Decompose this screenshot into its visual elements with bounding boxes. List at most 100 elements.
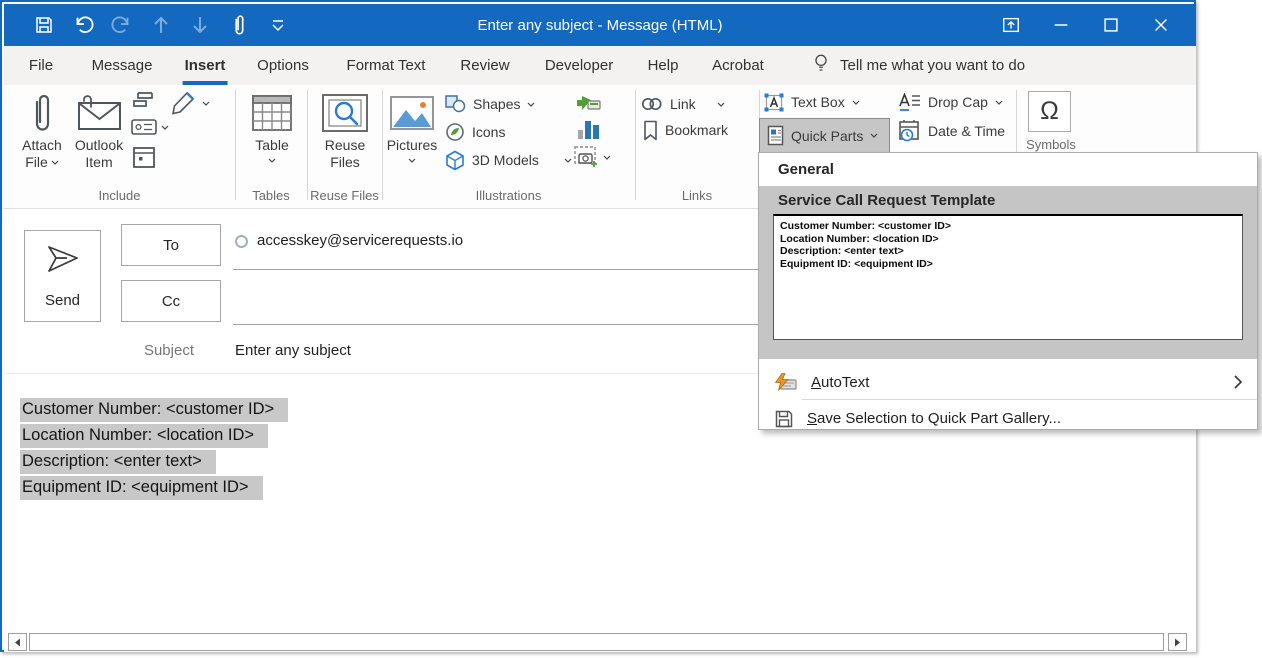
minimize-button[interactable] [1036,4,1086,46]
subject-input[interactable]: Enter any subject [235,342,351,359]
body-line-selected[interactable]: Location Number: <location ID> [20,424,268,448]
tell-me-box[interactable]: Tell me what you want to do [812,46,1025,85]
tab-acrobat[interactable]: Acrobat [712,46,764,85]
attach-file-button[interactable]: Attach File [16,89,68,171]
tab-developer[interactable]: Developer [545,46,613,85]
calendar-button[interactable] [132,144,156,170]
body-line-selected[interactable]: Equipment ID: <equipment ID> [20,476,263,500]
to-button[interactable]: To [121,224,221,266]
window-controls [986,4,1186,46]
tab-format-text[interactable]: Format Text [347,46,426,85]
group-label-links: Links [635,188,759,204]
ribbon-display-options-icon[interactable] [986,4,1036,46]
quick-parts-button[interactable]: Quick Parts [759,118,890,153]
drop-cap-label: Drop Cap [928,94,988,110]
3d-models-label: 3D Models [472,152,539,168]
chevron-down-icon [995,100,1003,105]
scroll-left-button[interactable] [8,633,27,651]
pictures-button[interactable]: Pictures [385,89,439,163]
screenshot-button[interactable] [573,145,611,169]
gallery-item-selected[interactable]: Service Call Request Template Customer N… [759,186,1257,359]
3d-models-button[interactable]: 3D Models [445,149,572,171]
send-button[interactable]: Send [24,230,101,322]
close-button[interactable] [1136,4,1186,46]
pictures-icon [389,89,435,137]
attach-file-label-1: Attach [22,137,62,154]
body-line-selected[interactable]: Customer Number: <customer ID> [20,398,288,422]
chevron-down-icon [408,158,416,163]
bookmark-button[interactable]: Bookmark [643,119,728,141]
tab-options[interactable]: Options [257,46,309,85]
quick-parts-icon [767,125,784,146]
body-line-selected[interactable]: Description: <enter text> [20,450,216,474]
save-selection-label: Save Selection to Quick Part Gallery... [807,410,1061,427]
bookmark-icon [643,120,658,141]
date-time-button[interactable]: Date & Time [897,120,1005,142]
tab-help[interactable]: Help [648,46,679,85]
icons-icon [445,122,465,142]
table-label: Table [255,137,288,154]
symbols-button[interactable]: Ω [1028,91,1071,132]
cc-button[interactable]: Cc [121,280,221,322]
presence-icon [235,235,248,248]
scrollbar-track[interactable] [29,633,1164,651]
link-button[interactable]: Link [641,93,725,115]
quick-parts-dropdown: General Service Call Request Template Cu… [758,152,1258,430]
drop-cap-button[interactable]: Drop Cap [897,91,1003,113]
date-time-icon [897,119,921,143]
preview-line: Equipment ID: <equipment ID> [780,258,1236,271]
chevron-down-icon [603,155,611,160]
business-card-button[interactable] [131,118,169,136]
autotext-icon [774,373,798,391]
subject-label: Subject [104,342,194,359]
reuse-files-label-1: Reuse [325,137,365,154]
gallery-item-title: Service Call Request Template [759,186,1257,214]
icons-button[interactable]: Icons [445,121,505,143]
outlook-item-label-2: Item [85,154,112,171]
date-time-label: Date & Time [928,123,1005,139]
screenshot-stage: Enter any subject - Message (HTML) File [0,0,1262,658]
scroll-right-button[interactable] [1168,633,1187,651]
autotext-label: AutoText [811,374,869,391]
reuse-files-button[interactable]: Reuse Files [313,89,377,171]
send-label: Send [45,292,80,309]
cc-label: Cc [162,293,180,310]
chevron-down-icon [564,158,572,163]
chevron-down-icon [717,102,725,107]
group-separator [382,90,383,200]
smartart-button[interactable] [575,91,601,111]
shapes-button[interactable]: Shapes [445,93,535,115]
save-selection-menu-item[interactable]: Save Selection to Quick Part Gallery... [759,400,1257,437]
table-button[interactable]: Table [241,89,303,163]
quick-parts-label: Quick Parts [791,128,863,144]
to-recipient[interactable]: accesskey@servicerequests.io [257,232,463,249]
to-label: To [163,237,179,254]
maximize-button[interactable] [1086,4,1136,46]
tell-me-label: Tell me what you want to do [840,57,1025,74]
poll-button[interactable] [131,90,155,110]
chart-button[interactable] [576,117,600,141]
shapes-icon [445,95,466,113]
text-box-button[interactable]: Text Box [764,91,860,113]
chevron-down-icon [161,125,169,130]
tab-review[interactable]: Review [460,46,509,85]
save-icon [774,409,794,429]
group-separator [307,90,308,200]
title-bar: Enter any subject - Message (HTML) [4,4,1196,46]
preview-line: Customer Number: <customer ID> [780,220,1236,233]
signature-button[interactable] [168,89,210,117]
tab-file[interactable]: File [29,46,53,85]
icons-label: Icons [472,124,505,140]
tab-message[interactable]: Message [92,46,153,85]
link-label: Link [670,96,696,112]
gallery-item-preview: Customer Number: <customer ID> Location … [773,214,1243,340]
outlook-item-icon [75,89,123,137]
text-box-icon [764,93,784,112]
tab-insert[interactable]: Insert [185,46,226,85]
send-plane-icon [45,245,81,273]
autotext-menu-item[interactable]: AutoText [759,365,1257,399]
outlook-item-button[interactable]: Outlook Item [68,89,130,171]
link-icon [641,96,663,112]
group-label-tables: Tables [235,188,307,204]
gallery-section-header: General [759,153,1257,186]
